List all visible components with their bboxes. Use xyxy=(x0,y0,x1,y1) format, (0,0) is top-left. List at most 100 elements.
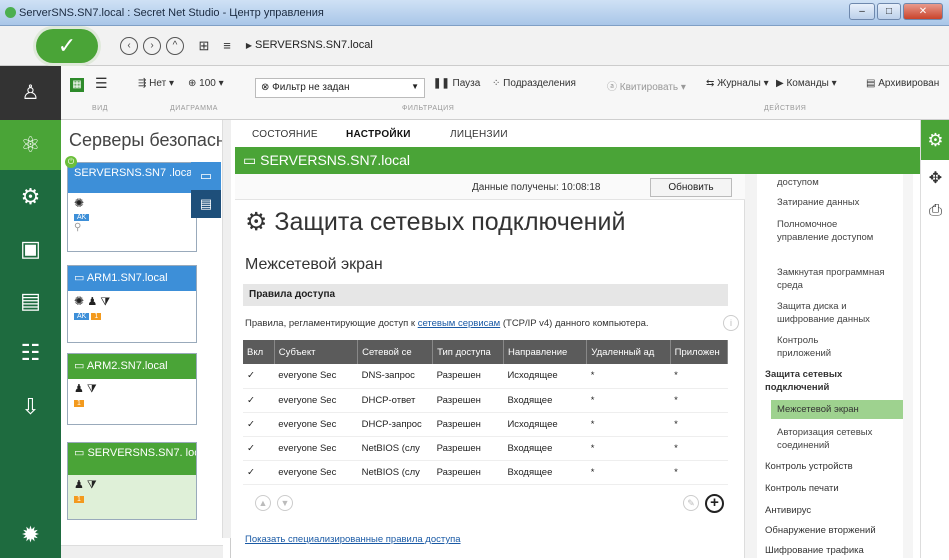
reports-icon[interactable]: ▤ xyxy=(0,276,61,326)
settings-navigation: доступом Затирание данных Полномочное уп… xyxy=(757,174,920,558)
left-scrollbar[interactable] xyxy=(222,120,231,538)
tab-settings[interactable]: НАСТРОЙКИ xyxy=(346,129,411,140)
enabled-checkbox[interactable]: ✓ xyxy=(243,388,275,413)
ribbon-toolbar: ▦ ☰ ⇶ Нет ▾ ⊕ 100 ▾ ❚❚ Пауза ⁘ Подраздел… xyxy=(0,66,949,120)
close-button[interactable]: ✕ xyxy=(903,3,943,20)
tiles-icon: ▦ xyxy=(70,78,84,92)
navigation-bar: ✓ ‹ › ^ ⊞ ≡ ▶ SERVERSNS.SN7.local xyxy=(0,26,949,66)
list-icon[interactable]: ≡ xyxy=(218,37,236,55)
nav-item[interactable]: Затирание данных xyxy=(777,196,917,209)
server-card-3[interactable]: ▭ ARM2.SN7.local ♟ ⧩ 1 xyxy=(67,353,197,425)
nav-section[interactable]: Шифрование трафика xyxy=(765,544,905,557)
table-actions: ▲ ▼ ✎ + xyxy=(243,488,728,514)
chip-icon: ✺ xyxy=(74,196,85,210)
network-settings-icon: ⚙ xyxy=(245,208,275,236)
subject-cell: everyone Sec xyxy=(274,412,358,437)
print-icon[interactable]: ⎙ xyxy=(921,202,949,220)
commands-button[interactable]: ▶ Команды ▾ xyxy=(776,78,837,89)
maximize-button[interactable]: □ xyxy=(877,3,901,20)
tree-icon[interactable]: ⊞ xyxy=(195,37,213,55)
nav-item[interactable]: Контроль приложений xyxy=(777,334,857,360)
logs-button[interactable]: ⇆ Журналы ▾ xyxy=(706,78,769,89)
minimize-button[interactable]: ‒ xyxy=(849,3,875,20)
nav-section[interactable]: Антивирус xyxy=(765,504,905,517)
navigate-icon[interactable]: ✥ xyxy=(921,168,949,188)
filter-dropdown[interactable]: ⊗ Фильтр не задан ▼ xyxy=(255,78,425,98)
nav-item[interactable]: Авторизация сетевых соединений xyxy=(777,426,897,452)
nav-item[interactable]: Защита диска и шифрование данных xyxy=(777,300,897,326)
enabled-checkbox[interactable]: ✓ xyxy=(243,364,275,389)
pause-button[interactable]: ❚❚ Пауза xyxy=(433,78,480,89)
deploy-icon[interactable]: ⇩ xyxy=(0,382,61,432)
server-card-4[interactable]: ▭ SERVERSNS.SN7. local ♟ ⧩ 1 xyxy=(67,442,197,520)
refresh-button[interactable]: Обновить xyxy=(650,178,732,197)
column-header[interactable]: Субъект xyxy=(274,340,359,364)
no-grouping-dropdown[interactable]: ⇶ Нет ▾ xyxy=(138,78,174,89)
table-row[interactable]: ✓ everyone Sec NetBIOS (слу Разрешен Вхо… xyxy=(243,436,728,461)
nav-item[interactable]: Полномочное управление доступом xyxy=(777,218,887,244)
enabled-checkbox[interactable]: ✓ xyxy=(243,412,275,437)
nav-section[interactable]: Обнаружение вторжений xyxy=(765,524,905,537)
direction-cell: Входящее xyxy=(503,460,587,485)
nav-section[interactable]: Контроль устройств xyxy=(765,460,905,473)
column-header[interactable]: Приложен xyxy=(670,340,729,364)
column-header[interactable]: Вкл xyxy=(243,340,275,364)
tab-state[interactable]: СОСТОЯНИЕ xyxy=(252,129,318,140)
access-cell: Разрешен xyxy=(432,436,504,461)
nav-item[interactable]: доступом xyxy=(777,176,917,189)
table-row[interactable]: ✓ everyone Sec DNS-запрос Разрешен Исход… xyxy=(243,364,728,389)
subdivisions-button[interactable]: ⁘ Подразделения xyxy=(492,78,576,89)
zoom-dropdown[interactable]: ⊕ 100 ▾ xyxy=(188,78,224,89)
view-list-button[interactable]: ☰ xyxy=(95,75,108,92)
forward-icon[interactable]: › xyxy=(143,37,161,55)
server-card-1[interactable]: SERVERSNS.SN7 .local ✺ AK ⚲ xyxy=(67,162,197,252)
move-up-icon[interactable]: ▲ xyxy=(255,495,271,511)
acknowledge-button[interactable]: ⓐ Квитировать ▾ xyxy=(607,78,686,93)
remote-cell: * xyxy=(586,388,671,413)
enabled-checkbox[interactable]: ✓ xyxy=(243,436,275,461)
journals-icon[interactable]: ☷ xyxy=(0,328,61,378)
server-card-1-monitor-button[interactable]: ▭ xyxy=(191,162,221,190)
subsection-title: Межсетевой экран xyxy=(245,256,383,273)
column-header[interactable]: Сетевой се xyxy=(357,340,434,364)
server-card-2[interactable]: ▭ ARM1.SN7.local ✺ ♟ ⧩ AK 1 xyxy=(67,265,197,343)
enabled-checkbox[interactable]: ✓ xyxy=(243,460,275,485)
servers-icon[interactable]: ⚛ xyxy=(0,120,61,170)
table-row[interactable]: ✓ everyone Sec DHCP-запрос Разрешен Исхо… xyxy=(243,412,728,437)
apply-check-button[interactable]: ✓ xyxy=(36,29,98,63)
content-scrollbar[interactable] xyxy=(745,174,757,558)
direction-cell: Входящее xyxy=(503,388,587,413)
settings-gear-icon[interactable]: ✹ xyxy=(0,510,61,560)
app-cell: * xyxy=(670,436,728,461)
up-icon[interactable]: ^ xyxy=(166,37,184,55)
move-down-icon[interactable]: ▼ xyxy=(277,495,293,511)
add-rule-icon[interactable]: + xyxy=(705,494,724,513)
column-header[interactable]: Тип доступа xyxy=(432,340,504,364)
nav-section[interactable]: Защита сетевых подключений xyxy=(765,368,875,394)
column-header[interactable]: Направление xyxy=(503,340,588,364)
edit-icon[interactable]: ✎ xyxy=(683,495,699,511)
nav-scrollbar[interactable] xyxy=(903,174,913,558)
nav-section[interactable]: Контроль печати xyxy=(765,482,905,495)
policies-icon[interactable]: ⚙ xyxy=(0,172,61,222)
server-card-1-details-button[interactable]: ▤ xyxy=(191,190,221,218)
archive-button[interactable]: ▤ Архивирован xyxy=(866,78,939,89)
view-tiles-button[interactable]: ▦ xyxy=(70,78,87,92)
info-icon[interactable]: i xyxy=(723,315,739,331)
monitoring-icon[interactable]: ▣ xyxy=(0,224,61,274)
person-icon: ♟ xyxy=(74,479,87,491)
tab-licenses[interactable]: ЛИЦЕНЗИИ xyxy=(450,129,508,140)
address-path[interactable]: SERVERSNS.SN7.local xyxy=(255,39,373,51)
table-row[interactable]: ✓ everyone Sec NetBIOS (слу Разрешен Вхо… xyxy=(243,460,728,485)
column-header[interactable]: Удаленный ад xyxy=(586,340,671,364)
app-icon xyxy=(5,7,16,18)
nav-item-selected[interactable]: Межсетевой экран xyxy=(771,400,906,419)
left-horizontal-scrollbar[interactable] xyxy=(61,545,223,558)
settings-gear-icon[interactable]: ⚙ xyxy=(921,120,949,160)
back-icon[interactable]: ‹ xyxy=(120,37,138,55)
nav-item[interactable]: Замкнутая программная среда xyxy=(777,266,897,292)
network-services-link[interactable]: сетевым сервисам xyxy=(418,318,501,329)
table-row[interactable]: ✓ everyone Sec DHCP-ответ Разрешен Входя… xyxy=(243,388,728,413)
user-icon[interactable]: ♙ xyxy=(0,66,61,120)
show-specialized-rules-link[interactable]: Показать специализированные правила дост… xyxy=(245,534,461,545)
